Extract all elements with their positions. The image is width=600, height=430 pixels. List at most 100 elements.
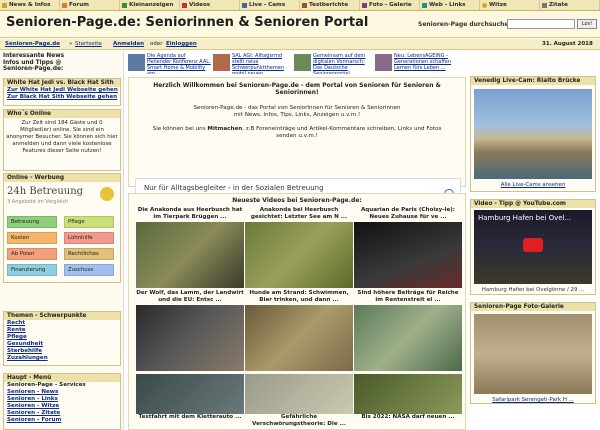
news-strip-item[interactable]: SAL AGI: Alltagsrmd stellt neue Schwerpu… [213, 52, 293, 74]
news-strip-text[interactable]: Neu: LebensAGEING - Generationen schaffe… [394, 53, 454, 74]
video-card[interactable]: Bis 2022: NASA darf neuen ... [354, 373, 462, 428]
themen-link-gesundheit[interactable]: Gesundheit [4, 341, 120, 348]
video-title[interactable]: Bis 2022: NASA darf neuen ... [354, 414, 462, 428]
ad-chip-finanzierung[interactable]: Finanzierung [7, 264, 57, 276]
video-title[interactable]: Gefährliche Verschwörungstheorie: Die ..… [245, 414, 353, 428]
left-sidebar: Interessante News Infos und Tipps @ Seni… [0, 51, 124, 430]
foto-caption[interactable]: Safaripark Serengeti-Park H ... [471, 397, 595, 404]
live-cam-image[interactable] [474, 89, 592, 179]
register-link[interactable]: Einloggen [166, 41, 197, 47]
breadcrumb-site[interactable]: Senioren-Page.de [5, 41, 60, 47]
nav-news[interactable]: News & Infos [0, 0, 60, 10]
themen-link-sterbehilfe[interactable]: Sterbehilfe [4, 348, 120, 355]
video-thumbnail[interactable] [245, 222, 353, 288]
welcome-line2: mit News, Infos, Tips, Links, Anzeigen u… [233, 112, 361, 118]
video-thumbnail[interactable] [354, 222, 462, 288]
video-title[interactable]: Die Anakonda aus Heerbusch hat im Tierpa… [136, 207, 244, 221]
video-card[interactable]: Testfahrt mit dem Kletterauto ... [136, 373, 244, 428]
haupt-menu-subtitle: Senioren-Page - Services [7, 382, 86, 388]
themen-link-recht[interactable]: Recht [4, 320, 120, 327]
breadcrumb-startseite[interactable]: Startseite [75, 41, 102, 47]
nav-forum[interactable]: Forum [60, 0, 120, 10]
menu-link-zitate[interactable]: Senioren - Zitate [4, 410, 120, 417]
ad-logo-icon [100, 187, 114, 201]
menu-link-witze[interactable]: Senioren - Witze [4, 403, 120, 410]
play-button-icon[interactable] [523, 238, 543, 252]
ad-chip-zuschuss[interactable]: Zuschuss [64, 264, 114, 276]
video-caption[interactable]: Hamburg Hafen bei Ovelgönne / 29 ... [471, 287, 595, 294]
werbung-box: Online - Werbung 24h Betreuung 3 Angebot… [3, 173, 121, 283]
login-link[interactable]: Anmelden [113, 41, 144, 47]
video-card[interactable]: Gefährliche Verschwörungstheorie: Die ..… [245, 373, 353, 428]
black-hat-link[interactable]: Zur Black Hat Sith Webseite gehen [4, 94, 120, 101]
video-title[interactable]: Testfahrt mit dem Kletterauto ... [136, 414, 244, 428]
video-thumbnail[interactable] [354, 374, 462, 414]
news-strip-item[interactable]: Neu: LebensAGEING - Generationen schaffe… [375, 52, 455, 74]
search-button[interactable]: Los! [577, 19, 597, 29]
themen-link-zuzahlungen[interactable]: Zuzahlungen [4, 355, 120, 362]
nav-web-links[interactable]: Web - Links [420, 0, 480, 10]
video-thumbnail[interactable] [136, 305, 244, 371]
camera-icon [242, 2, 247, 8]
video-card[interactable]: Aquarian de Paris (Choisy-le): Neues Zuh… [354, 207, 462, 288]
classifieds-icon [122, 2, 127, 8]
ad-chip-ab-polen[interactable]: Ab Polen [7, 248, 57, 260]
ad-chip-betreuung[interactable]: Betreuung [7, 216, 57, 228]
nav-kleinanzeigen[interactable]: Kleinanzeigen [120, 0, 180, 10]
video-title[interactable]: Hunde am Strand: Schwimmen, Bier trinken… [245, 290, 353, 304]
video-card[interactable]: Hunde am Strand: Schwimmen, Bier trinken… [245, 290, 353, 371]
video-thumbnail[interactable] [245, 374, 353, 414]
quote-icon [542, 2, 547, 8]
live-cam-title: Venedig Live-Cam: Rialto Brücke [471, 77, 595, 85]
werbung-brand[interactable]: 24h Betreuung [7, 186, 83, 197]
video-card[interactable]: Die Anakonda aus Heerbusch hat im Tierpa… [136, 207, 244, 288]
haupt-menu-box: Haupt - Menü Senioren-Page - Services Se… [3, 373, 121, 430]
news-strip-text[interactable]: Gemeinsam auf dem digitalen Vormarsch: D… [313, 53, 373, 74]
live-cam-link[interactable]: Alle Live-Cams ansehen [471, 182, 595, 189]
welcome-box: Herzlich Willkommen bei Senioren-Page.de… [128, 77, 466, 210]
foto-galerie-image[interactable] [474, 314, 592, 394]
video-player[interactable]: Hamburg Hafen bei Ovel... [474, 210, 592, 284]
nav-live-cams[interactable]: Live - Cams [240, 0, 300, 10]
news-strip-item[interactable]: Gemeinsam auf dem digitalen Vormarsch: D… [294, 52, 374, 74]
nav-witze[interactable]: Witze [480, 0, 540, 10]
white-hat-link[interactable]: Zur White Hat Jedi Webseite gehen [4, 87, 120, 94]
ad-chip-pflege[interactable]: Pflege [64, 216, 114, 228]
video-card[interactable]: Sind höhere Beiträge für Reiche im Rente… [354, 290, 462, 371]
video-title[interactable]: Aquarian de Paris (Choisy-le): Neues Zuh… [354, 207, 462, 221]
video-icon [182, 2, 187, 8]
video-card[interactable]: Anakonda bei Heerbusch gesichtet: Letzte… [245, 207, 353, 288]
menu-link-news[interactable]: Senioren - News [4, 389, 120, 396]
video-card[interactable]: Der Wolf, das Lamm, der Landwirt und die… [136, 290, 244, 371]
news-strip-item[interactable]: Die Agenda auf Heilender Konferenz AAL: … [128, 52, 212, 74]
white-hat-title: White Hat Jedi vs. Black Hat Sith [4, 79, 120, 87]
video-thumbnail[interactable] [136, 374, 244, 414]
themen-link-rente[interactable]: Rente [4, 327, 120, 334]
welcome-heading: Herzlich Willkommen bei Senioren-Page.de… [153, 82, 441, 96]
video-title[interactable]: Der Wolf, das Lamm, der Landwirt und die… [136, 290, 244, 304]
ad-banner-title[interactable]: Nur für Alltagsbegleiter - in der Sozial… [144, 184, 324, 192]
current-date: 31. August 2018 [542, 41, 593, 47]
video-title[interactable]: Sind höhere Beiträge für Reiche im Rente… [354, 290, 462, 304]
video-title[interactable]: Anakonda bei Heerbusch gesichtet: Letzte… [245, 207, 353, 221]
top-navigation: News & Infos Forum Kleinanzeigen Videos … [0, 0, 600, 11]
video-thumbnail[interactable] [245, 305, 353, 371]
live-cam-box: Venedig Live-Cam: Rialto Brücke Alle Liv… [470, 76, 596, 192]
ad-chip-kosten[interactable]: Kosten [7, 232, 57, 244]
news-strip-text[interactable]: Die Agenda auf Heilender Konferenz AAL: … [147, 53, 211, 74]
news-strip-text[interactable]: SAL AGI: Alltagsrmd stellt neue Schwerpu… [232, 53, 292, 74]
menu-link-links[interactable]: Senioren - Links [4, 396, 120, 403]
site-header: Senioren-Page.de: Seniorinnen & Senioren… [0, 11, 600, 38]
search-input[interactable] [507, 19, 575, 29]
video-thumbnail[interactable] [136, 222, 244, 288]
menu-link-forum[interactable]: Senioren - Forum [4, 417, 120, 424]
mitmachen-link[interactable]: Mitmachen [207, 126, 242, 132]
video-thumbnail[interactable] [354, 305, 462, 371]
nav-zitate[interactable]: Zitate [540, 0, 600, 10]
ad-chip-rechtliches[interactable]: Rechtliches [64, 248, 114, 260]
ad-chip-lohnhilfe[interactable]: Lohnhilfe [64, 232, 114, 244]
nav-videos[interactable]: Videos [180, 0, 240, 10]
nav-testberichte[interactable]: Testberichte [300, 0, 360, 10]
themen-link-pflege[interactable]: Pflege [4, 334, 120, 341]
nav-foto-galerie[interactable]: Foto - Galerie [360, 0, 420, 10]
